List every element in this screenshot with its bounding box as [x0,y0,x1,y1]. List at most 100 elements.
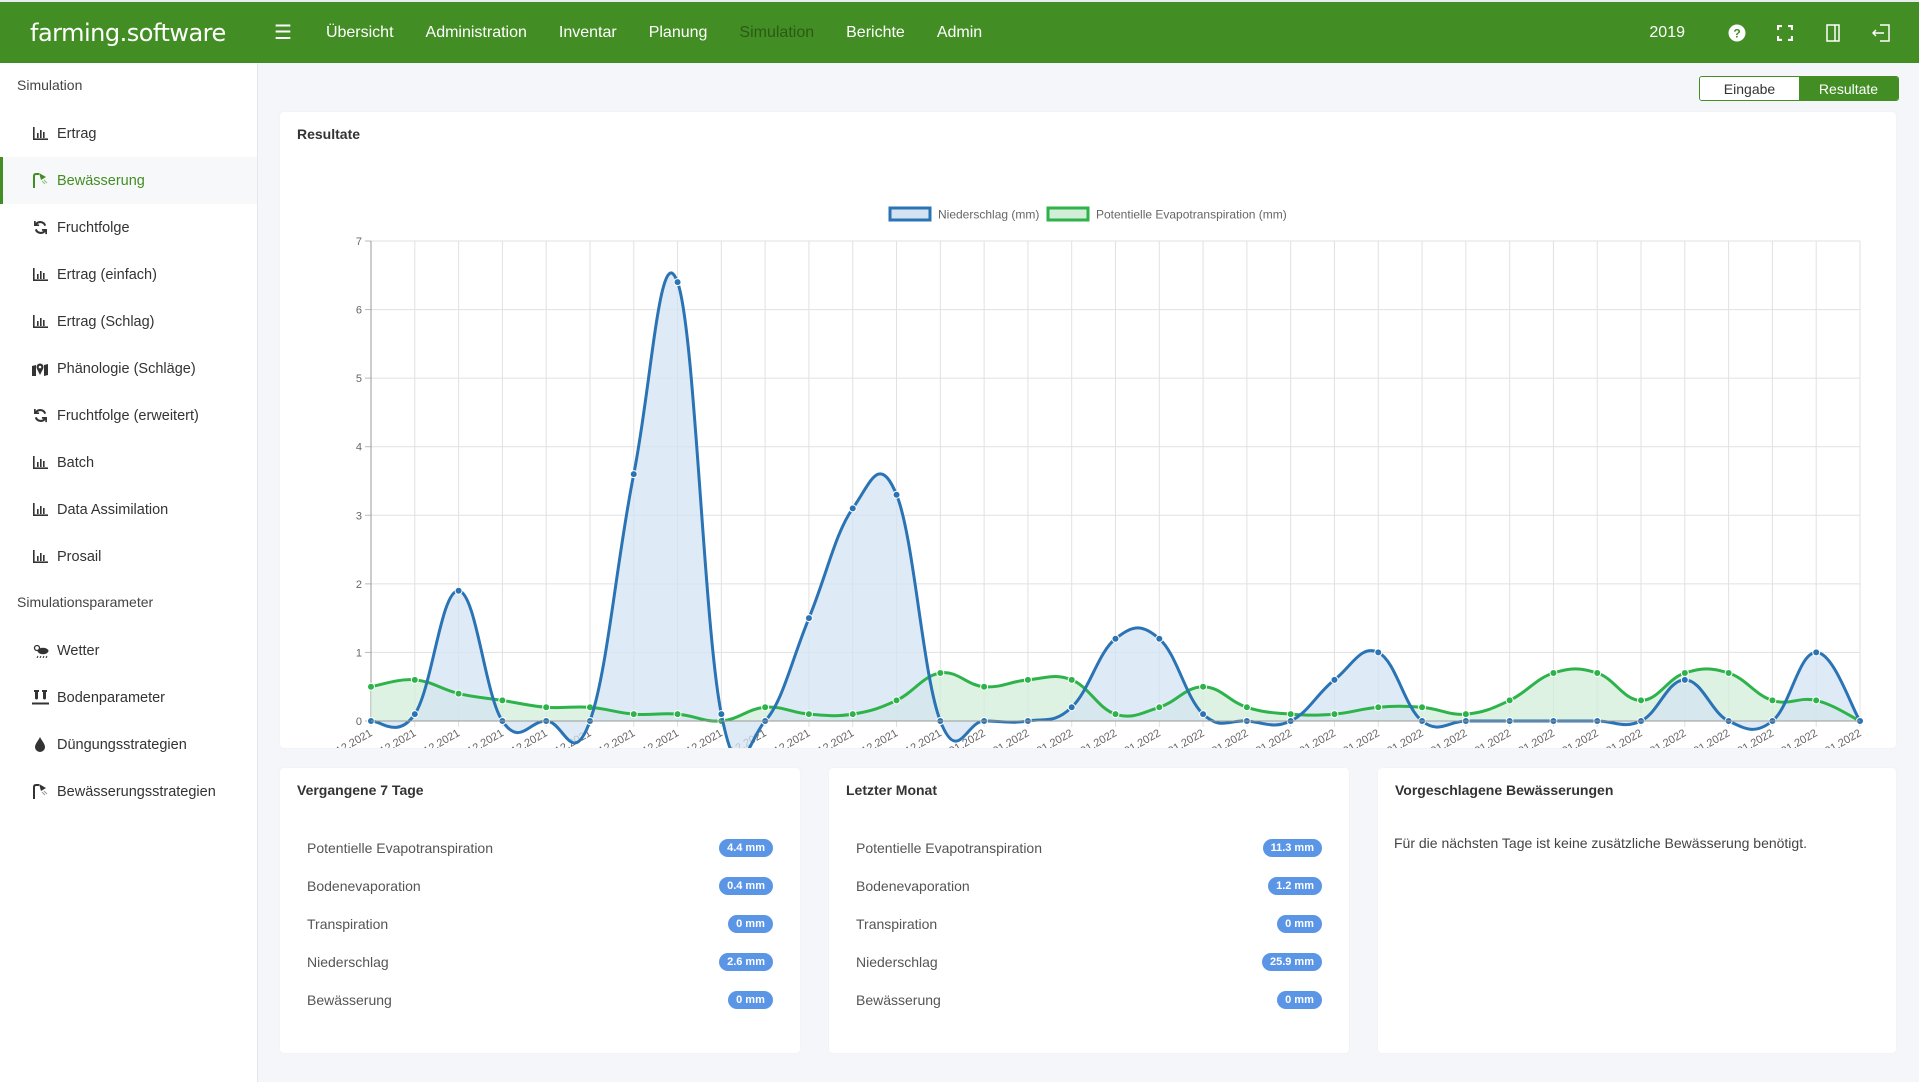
data-point [892,490,901,499]
card-title: Letzter Monat [846,782,937,798]
stat-row: Bodenevaporation 0.4 mm [307,876,773,896]
data-point [761,703,770,712]
sidebar-item-label: Bewässerung [57,172,145,189]
sidebar-item-ertrag[interactable]: Ertrag [0,110,257,157]
data-point [1812,696,1821,705]
stat-badge: 0 mm [728,915,773,933]
y-tick-label: 2 [356,579,362,591]
sidebar-item-label: Bodenparameter [57,689,166,706]
stat-badge: 0 mm [728,991,773,1009]
data-point [1155,634,1164,643]
stat-label: Bewässerung [856,992,941,1008]
stat-badge: 0 mm [1277,915,1322,933]
data-point [629,470,638,479]
x-tick-label: 18.12.2021 [321,727,375,748]
data-point [1199,682,1208,691]
y-tick-label: 0 [356,716,362,728]
data-point [1242,703,1251,712]
data-point [804,710,813,719]
sidebar-item-prosail[interactable]: Prosail [0,533,257,580]
data-point [848,504,857,513]
bar-chart-icon [31,549,49,565]
sidebar-item-ertrag-schlag[interactable]: Ertrag (Schlag) [0,298,257,345]
data-point [1067,703,1076,712]
sidebar-item-fruchtfolge[interactable]: Fruchtfolge [0,204,257,251]
stat-label: Niederschlag [856,954,938,970]
toggle-eingabe[interactable]: Eingabe [1700,77,1799,100]
data-point [717,710,726,719]
sidebar-item-data-assimilation[interactable]: Data Assimilation [0,486,257,533]
data-point [1330,675,1339,684]
data-point [673,278,682,287]
year-selector[interactable]: 2019 [1649,24,1685,42]
soil-icon [31,690,49,706]
sidebar-item-label: Data Assimilation [57,501,169,518]
card-title: Vergangene 7 Tage [297,782,424,798]
card-last-7-days: Vergangene 7 Tage Potentielle Evapotrans… [280,768,800,1053]
bar-chart-icon [31,126,49,142]
data-point [1593,669,1602,677]
sidebar-item-duengungsstrategien[interactable]: Düngungsstrategien [0,721,257,768]
nav-administration[interactable]: Administration [410,24,543,42]
chart-legend: Niederschlag (mm) Potentielle Evapotransp… [888,206,1287,222]
data-point [980,682,989,691]
logo[interactable]: farming.software [30,19,270,47]
bar-chart-icon [31,502,49,518]
sidebar-item-label: Fruchtfolge [57,219,130,236]
nav-berichte[interactable]: Berichte [830,24,921,42]
svg-text:?: ? [1733,26,1740,40]
menu-toggle-icon[interactable]: ☰ [274,20,292,45]
data-point [454,689,463,698]
card-suggested-irrigations: Vorgeschlagene Bewässerungen Für die näc… [1378,768,1896,1053]
stat-row: Bodenevaporation 1.2 mm [856,876,1322,896]
sidebar-item-label: Wetter [57,642,100,659]
y-tick-label: 4 [356,442,362,454]
stat-label: Transpiration [307,916,389,932]
stat-badge: 25.9 mm [1261,953,1322,971]
stat-label: Bodenevaporation [307,878,421,894]
stat-row: Niederschlag 25.9 mm [856,952,1322,972]
stat-row: Potentielle Evapotranspiration 4.4 mm [307,838,773,858]
fullscreen-icon[interactable] [1761,24,1809,41]
data-point [1286,710,1295,719]
data-point [1111,710,1120,719]
sidebar-item-wetter[interactable]: Wetter [0,627,257,674]
help-icon[interactable]: ? [1713,24,1761,42]
sidebar-item-label: Ertrag (einfach) [57,266,157,283]
nav-simulation[interactable]: Simulation [723,24,830,42]
sidebar-item-bodenparameter[interactable]: Bodenparameter [0,674,257,721]
bar-chart-icon [31,267,49,283]
logout-icon[interactable] [1857,23,1905,42]
irrigation-icon [31,784,49,800]
sidebar-item-bewaesserungsstrategien[interactable]: Bewässerungsstrategien [0,768,257,815]
data-point [1680,669,1689,677]
toggle-resultate[interactable]: Resultate [1799,77,1898,100]
stat-row: Niederschlag 2.6 mm [307,952,773,972]
nav-uebersicht[interactable]: Übersicht [310,24,410,42]
data-point [367,682,375,691]
legend-swatch [1046,206,1090,222]
sidebar-item-bewaesserung[interactable]: Bewässerung [0,157,257,204]
y-tick-label: 7 [356,236,362,248]
map-marker-icon [31,361,49,377]
data-point [1812,648,1821,657]
stat-row: Bewässerung 0 mm [307,990,773,1010]
nav-inventar[interactable]: Inventar [543,24,633,42]
suggestion-text: Für die nächsten Tage ist keine zusätzli… [1394,835,1807,851]
stat-badge: 2.6 mm [719,953,773,971]
nav-admin[interactable]: Admin [921,24,998,42]
card-title: Vorgeschlagene Bewässerungen [1395,782,1614,798]
rotation-icon [31,408,49,424]
stat-row: Bewässerung 0 mm [856,990,1322,1010]
sidebar-item-batch[interactable]: Batch [0,439,257,486]
nav-planung[interactable]: Planung [633,24,724,42]
weather-icon [31,643,49,659]
sidebar-item-fruchtfolge-erweitert[interactable]: Fruchtfolge (erweitert) [0,392,257,439]
sidebar-item-phaenologie[interactable]: Phänologie (Schläge) [0,345,257,392]
data-point [1374,703,1383,712]
card-last-month: Letzter Monat Potentielle Evapotranspira… [829,768,1349,1053]
bar-chart-icon [31,314,49,330]
y-tick-label: 6 [356,305,362,317]
notebook-icon[interactable] [1809,23,1857,42]
sidebar-item-ertrag-einfach[interactable]: Ertrag (einfach) [0,251,257,298]
